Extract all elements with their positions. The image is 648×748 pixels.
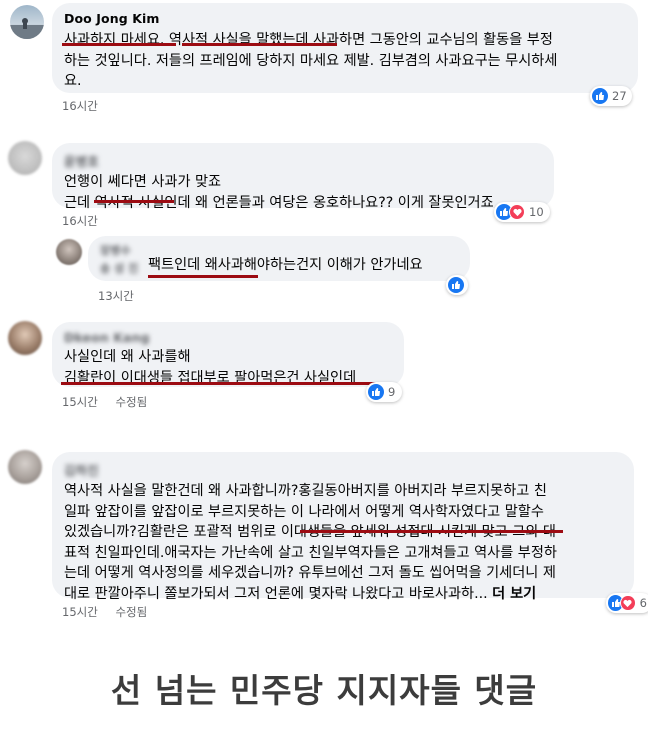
reaction-summary[interactable]: 6 [606, 593, 648, 613]
comment-author[interactable]: Doo Jong Kim [64, 11, 626, 26]
highlight-underline [148, 275, 258, 278]
comment-time[interactable]: 16시간 [62, 214, 98, 228]
like-icon [368, 384, 384, 400]
comment-time[interactable]: 15시간 [62, 395, 98, 409]
comment-text: 팩트인데 왜사과해야하는건지 이해가 안가네요 [148, 257, 423, 273]
highlight-underline [182, 43, 337, 46]
image-caption: 선 넘는 민주당 지지자들 댓글 [110, 671, 538, 710]
comment-meta: 13시간 [98, 288, 148, 304]
avatar[interactable] [56, 239, 82, 265]
comment-meta: 15시간 수정됨 [62, 394, 161, 410]
reaction-summary[interactable]: 27 [590, 86, 632, 106]
comment-time[interactable]: 13시간 [98, 289, 134, 303]
reaction-count: 27 [612, 89, 627, 103]
reaction-count: 9 [388, 385, 396, 399]
comment-time[interactable]: 16시간 [62, 99, 98, 113]
comment-author[interactable]: Dkeon Kang [64, 330, 392, 345]
comment-author[interactable]: 윤병호 [64, 151, 542, 170]
comment-text: 역사적 사실을 말한건데 왜 사과합니까?홍길동아버지를 아버지라 부르지못하고… [64, 481, 622, 604]
comment-bubble: 윤병호 언행이 쎄다면 사과가 맞죠 근데 역사적 사실인데 왜 언론들과 여당… [52, 143, 554, 211]
edited-label: 수정됨 [115, 395, 148, 409]
comment-bubble: Doo Jong Kim 사과하지 마세요. 역사적 사실을 말했는데 사과하면… [52, 3, 638, 93]
highlight-underline [61, 382, 391, 385]
comment-meta: 15시간 수정됨 [62, 604, 161, 620]
avatar[interactable] [10, 5, 44, 39]
love-icon [509, 204, 525, 220]
edited-label: 수정됨 [115, 605, 148, 619]
comment-text: 사과하지 마세요. 역사적 사실을 말했는데 사과하면 그동안의 교수님의 활동… [64, 32, 558, 89]
reaction-summary[interactable] [446, 275, 468, 295]
comment-bubble: Dkeon Kang 사실인데 왜 사과를해 김활란이 이대생들 접대부로 팔아… [52, 322, 404, 387]
love-icon [620, 595, 636, 611]
comment-bubble: 김하진 역사적 사실을 말한건데 왜 사과합니까?홍길동아버지를 아버지라 부르… [52, 452, 634, 602]
reaction-summary[interactable]: 9 [366, 382, 402, 402]
highlight-underline [300, 530, 563, 533]
reaction-count: 10 [529, 205, 544, 219]
reaction-count: 6 [639, 596, 647, 610]
comment-author-line2: 송 성 진 [100, 262, 139, 275]
like-icon [448, 277, 464, 293]
comment-bubble: 장병수 송 성 진 팩트인데 왜사과해야하는건지 이해가 안가네요 [88, 236, 470, 281]
comment-text-body: 역사적 사실을 말한건데 왜 사과합니까?홍길동아버지를 아버지라 부르지못하고… [64, 483, 557, 602]
comment-author[interactable]: 김하진 [64, 460, 622, 479]
comment-meta: 16시간 [62, 213, 112, 229]
comment-text: 언행이 쎄다면 사과가 맞죠 근데 역사적 사실인데 왜 언론들과 여당은 옹호… [64, 174, 494, 211]
like-icon [592, 88, 608, 104]
highlight-underline [62, 43, 176, 46]
highlight-underline [94, 200, 174, 203]
avatar[interactable] [8, 450, 42, 484]
avatar-image [10, 18, 44, 39]
comment-time[interactable]: 15시간 [62, 605, 98, 619]
avatar[interactable] [8, 141, 42, 175]
comment-meta: 16시간 [62, 98, 112, 114]
see-more-link[interactable]: 더 보기 [492, 586, 536, 602]
avatar[interactable] [8, 321, 42, 355]
reaction-summary[interactable]: 10 [494, 202, 550, 222]
